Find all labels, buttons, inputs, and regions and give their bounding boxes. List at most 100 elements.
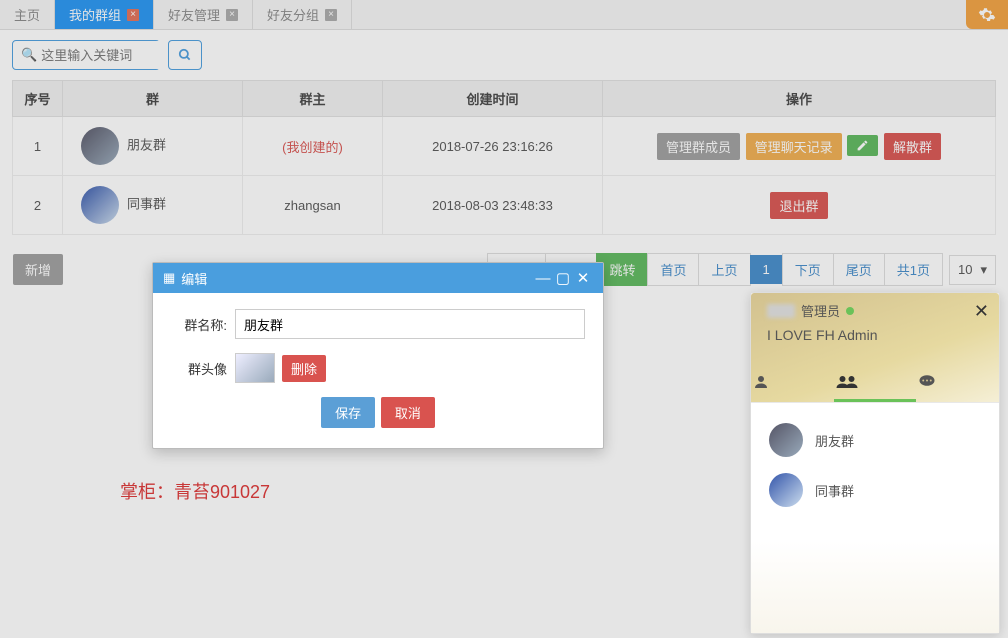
delete-avatar-button[interactable]: 删除 bbox=[282, 355, 326, 382]
total-pages: 共1页 bbox=[884, 253, 943, 286]
chat-header: ✕ 管理员 I LOVE FH Admin bbox=[751, 293, 999, 403]
add-button[interactable]: 新增 bbox=[13, 254, 63, 285]
chevron-down-icon: ▾ bbox=[980, 262, 987, 278]
user-status: I LOVE FH Admin bbox=[767, 327, 877, 343]
search-box[interactable]: 🔍 bbox=[12, 40, 160, 70]
cell-created: 2018-07-26 23:16:26 bbox=[383, 117, 603, 176]
tab-label: 我的群组 bbox=[69, 5, 121, 24]
chat-tabs bbox=[751, 365, 999, 402]
field-label: 群名称: bbox=[171, 315, 227, 334]
dialog-actions: 保存 取消 bbox=[171, 397, 585, 428]
tab-label: 好友分组 bbox=[267, 5, 319, 24]
col-owner: 群主 bbox=[243, 81, 383, 117]
watermark-text: 掌柜：青苔901027 bbox=[120, 478, 270, 504]
form-row-avatar: 群头像 删除 bbox=[171, 353, 585, 383]
group-avatar bbox=[81, 186, 119, 224]
disband-button[interactable]: 解散群 bbox=[884, 133, 941, 160]
person-icon bbox=[751, 373, 771, 391]
minimize-button[interactable]: — bbox=[533, 270, 553, 287]
group-name: 朋友群 bbox=[815, 431, 854, 450]
tab-home[interactable]: 主页 bbox=[0, 0, 55, 29]
cell-seq: 2 bbox=[13, 176, 63, 235]
close-icon[interactable]: ✕ bbox=[974, 301, 989, 322]
edit-button[interactable] bbox=[847, 135, 878, 156]
tab-label: 主页 bbox=[14, 5, 40, 24]
table-row: 2 同事群 zhangsan 2018-08-03 23:48:33 退出群 bbox=[13, 176, 996, 235]
page-size-select[interactable]: 10▾ bbox=[949, 255, 996, 285]
chat-group-item[interactable]: 同事群 bbox=[765, 465, 985, 515]
maximize-button[interactable]: ▢ bbox=[553, 269, 573, 287]
groups-table: 序号 群 群主 创建时间 操作 1 朋友群 (我创建的) 2018-07-26 … bbox=[12, 80, 996, 235]
leave-button[interactable]: 退出群 bbox=[770, 192, 827, 219]
close-icon[interactable]: × bbox=[127, 9, 139, 21]
current-user: 管理员 bbox=[767, 301, 854, 320]
chat-panel: ✕ 管理员 I LOVE FH Admin 朋友群 同事群 bbox=[750, 292, 1000, 634]
group-name-input[interactable] bbox=[235, 309, 585, 339]
window-icon: ▦ bbox=[163, 270, 175, 286]
prev-page[interactable]: 上页 bbox=[698, 253, 750, 286]
chat-list: 朋友群 同事群 bbox=[751, 403, 999, 633]
avatar-thumbnail[interactable] bbox=[235, 353, 275, 383]
cell-group: 朋友群 bbox=[63, 117, 243, 176]
search-icon: 🔍 bbox=[21, 47, 37, 63]
online-dot-icon bbox=[846, 307, 854, 315]
chat-tab-contacts[interactable] bbox=[751, 365, 834, 402]
cell-ops: 管理群成员 管理聊天记录 解散群 bbox=[603, 117, 996, 176]
form-row-name: 群名称: bbox=[171, 309, 585, 339]
cancel-button[interactable]: 取消 bbox=[381, 397, 435, 428]
group-name: 同事群 bbox=[127, 196, 166, 211]
chat-icon bbox=[916, 373, 938, 391]
chat-tab-messages[interactable] bbox=[916, 365, 999, 402]
last-page[interactable]: 尾页 bbox=[833, 253, 885, 286]
tab-my-groups[interactable]: 我的群组 × bbox=[55, 0, 154, 29]
tab-friends-manage[interactable]: 好友管理 × bbox=[154, 0, 253, 29]
settings-gear[interactable] bbox=[966, 0, 1008, 29]
cell-owner: (我创建的) bbox=[243, 117, 383, 176]
col-ops: 操作 bbox=[603, 81, 996, 117]
cell-created: 2018-08-03 23:48:33 bbox=[383, 176, 603, 235]
table-header-row: 序号 群 群主 创建时间 操作 bbox=[13, 81, 996, 117]
tab-label: 好友管理 bbox=[168, 5, 220, 24]
jump-button[interactable]: 跳转 bbox=[596, 253, 648, 286]
search-row: 🔍 bbox=[0, 30, 1008, 80]
manage-chat-button[interactable]: 管理聊天记录 bbox=[746, 133, 842, 160]
close-icon[interactable]: × bbox=[325, 9, 337, 21]
edit-dialog: ▦ 编辑 — ▢ ✕ 群名称: 群头像 删除 保存 取消 bbox=[152, 262, 604, 449]
cell-group: 同事群 bbox=[63, 176, 243, 235]
col-seq: 序号 bbox=[13, 81, 63, 117]
col-created: 创建时间 bbox=[383, 81, 603, 117]
tab-friends-group[interactable]: 好友分组 × bbox=[253, 0, 352, 29]
cell-seq: 1 bbox=[13, 117, 63, 176]
save-button[interactable]: 保存 bbox=[321, 397, 375, 428]
dialog-title: 编辑 bbox=[181, 269, 207, 288]
first-page[interactable]: 首页 bbox=[647, 253, 699, 286]
close-icon[interactable]: × bbox=[226, 9, 238, 21]
chat-tab-groups[interactable] bbox=[834, 365, 917, 402]
cell-ops: 退出群 bbox=[603, 176, 996, 235]
dialog-titlebar[interactable]: ▦ 编辑 — ▢ ✕ bbox=[153, 263, 603, 293]
field-label: 群头像 bbox=[171, 359, 227, 378]
cell-owner: zhangsan bbox=[243, 176, 383, 235]
gear-icon bbox=[978, 6, 996, 24]
pencil-icon bbox=[856, 139, 869, 152]
people-icon bbox=[834, 373, 860, 391]
dialog-body: 群名称: 群头像 删除 保存 取消 bbox=[153, 293, 603, 448]
group-avatar bbox=[769, 423, 803, 457]
search-icon bbox=[178, 48, 192, 62]
group-avatar bbox=[769, 473, 803, 507]
blurred-name bbox=[767, 304, 795, 318]
owner-me-label: (我创建的) bbox=[282, 140, 343, 155]
chat-group-item[interactable]: 朋友群 bbox=[765, 415, 985, 465]
close-button[interactable]: ✕ bbox=[573, 269, 593, 287]
manage-members-button[interactable]: 管理群成员 bbox=[657, 133, 740, 160]
group-name: 朋友群 bbox=[127, 137, 166, 152]
next-page[interactable]: 下页 bbox=[782, 253, 834, 286]
group-avatar bbox=[81, 127, 119, 165]
search-button[interactable] bbox=[168, 40, 202, 70]
table-row: 1 朋友群 (我创建的) 2018-07-26 23:16:26 管理群成员 管… bbox=[13, 117, 996, 176]
group-name: 同事群 bbox=[815, 481, 854, 500]
col-group: 群 bbox=[63, 81, 243, 117]
tabs-bar: 主页 我的群组 × 好友管理 × 好友分组 × bbox=[0, 0, 1008, 30]
user-suffix: 管理员 bbox=[801, 301, 840, 320]
current-page[interactable]: 1 bbox=[750, 255, 783, 284]
